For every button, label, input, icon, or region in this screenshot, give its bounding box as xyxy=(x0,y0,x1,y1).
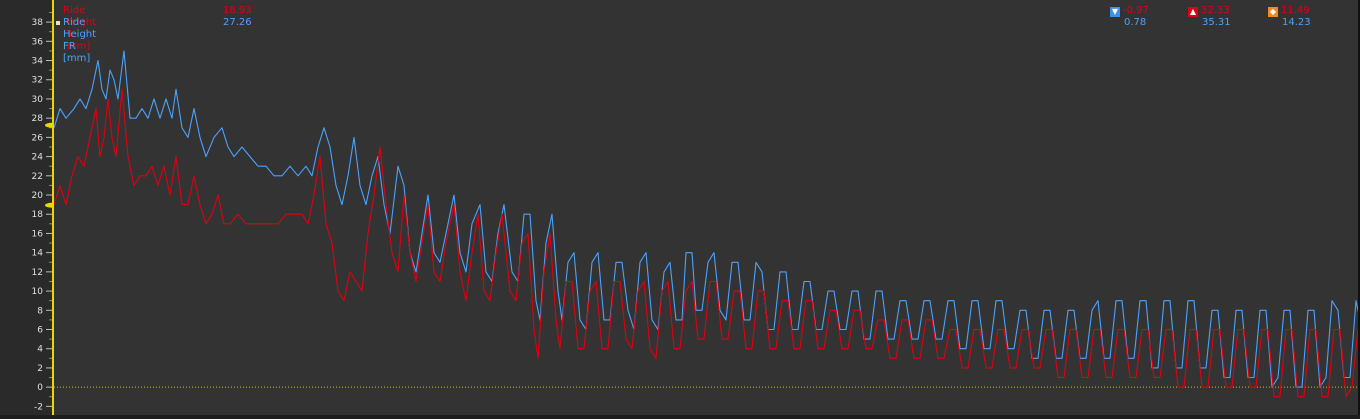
y-tick-label: 0 xyxy=(37,383,43,393)
y-tick-label: 30 xyxy=(32,95,44,105)
y-tick-label: 16 xyxy=(32,229,44,239)
stat-fr-avg: 14.23 xyxy=(1282,17,1311,28)
y-tick-label: 8 xyxy=(37,306,43,316)
y-tick-label: 4 xyxy=(37,345,43,355)
y-tick-label: 22 xyxy=(32,172,43,182)
legend-fr-value: 27.26 xyxy=(223,17,252,28)
y-tick-label: 26 xyxy=(32,133,44,143)
y-tick-label: 10 xyxy=(32,287,44,297)
y-tick-label: 2 xyxy=(37,364,43,374)
cursor-marker-fl[interactable] xyxy=(45,202,59,208)
legend-fr-marker xyxy=(56,21,60,25)
legend-fr-label: Ride Height FR [mm] xyxy=(63,17,97,64)
y-tick-label: 24 xyxy=(32,153,44,163)
y-tick-label: -2 xyxy=(34,402,43,412)
y-tick-label: 38 xyxy=(32,18,44,28)
y-tick-label: 12 xyxy=(32,268,43,278)
y-tick-label: 20 xyxy=(32,191,44,201)
chart-plot[interactable] xyxy=(53,0,1360,415)
stats-row-fl: ▼ -0.97 ▲ 32.33 ◆ 11.49 xyxy=(1110,5,1350,17)
cursor-marker-fr[interactable] xyxy=(45,122,59,128)
telemetry-chart-window: -2 0 2 4 6 8 10 12 14 16 18 20 22 24 26 28 30 32 34 36 38 Ri… xyxy=(0,0,1360,415)
stat-fr-max: 35.31 xyxy=(1202,17,1231,28)
y-axis: -202468101214161820222426283032343638 xyxy=(32,11,59,412)
y-tick-label: 28 xyxy=(32,114,44,124)
down-triangle-icon: ▼ xyxy=(1110,7,1120,17)
stat-fr-min: 0.78 xyxy=(1124,17,1147,28)
series-line-fl[interactable] xyxy=(53,88,1360,398)
y-tick-label: 32 xyxy=(32,76,43,86)
y-tick-label: 18 xyxy=(32,210,44,220)
y-tick-label: 36 xyxy=(32,37,44,47)
series-line-fr[interactable] xyxy=(53,50,1360,388)
y-tick-label: 34 xyxy=(32,57,44,67)
legend-fl-value: 18.93 xyxy=(223,5,252,16)
y-tick-label: 14 xyxy=(32,249,44,259)
stat-fl-min: ▼ -0.97 xyxy=(1110,5,1149,17)
y-axis-panel[interactable]: -2 0 2 4 6 8 10 12 14 16 18 20 22 24 26 28 30 32 34 36 38 xyxy=(0,0,59,415)
y-tick-label: 6 xyxy=(37,326,43,336)
stat-fl-avg: ◆ 11.49 xyxy=(1268,5,1310,17)
stat-fl-max: ▲ 32.33 xyxy=(1188,5,1230,17)
stats-panel: ▼ -0.97 ▲ 32.33 ◆ 11.49 0.78 35.31 14.23 xyxy=(1110,5,1350,29)
diamond-icon: ◆ xyxy=(1268,7,1278,17)
plot-area[interactable]: Ride Height FL [mm] 18.93 Ride Height FR… xyxy=(53,0,1360,415)
up-triangle-icon: ▲ xyxy=(1188,7,1198,17)
stats-row-fr: 0.78 35.31 14.23 xyxy=(1110,17,1350,29)
